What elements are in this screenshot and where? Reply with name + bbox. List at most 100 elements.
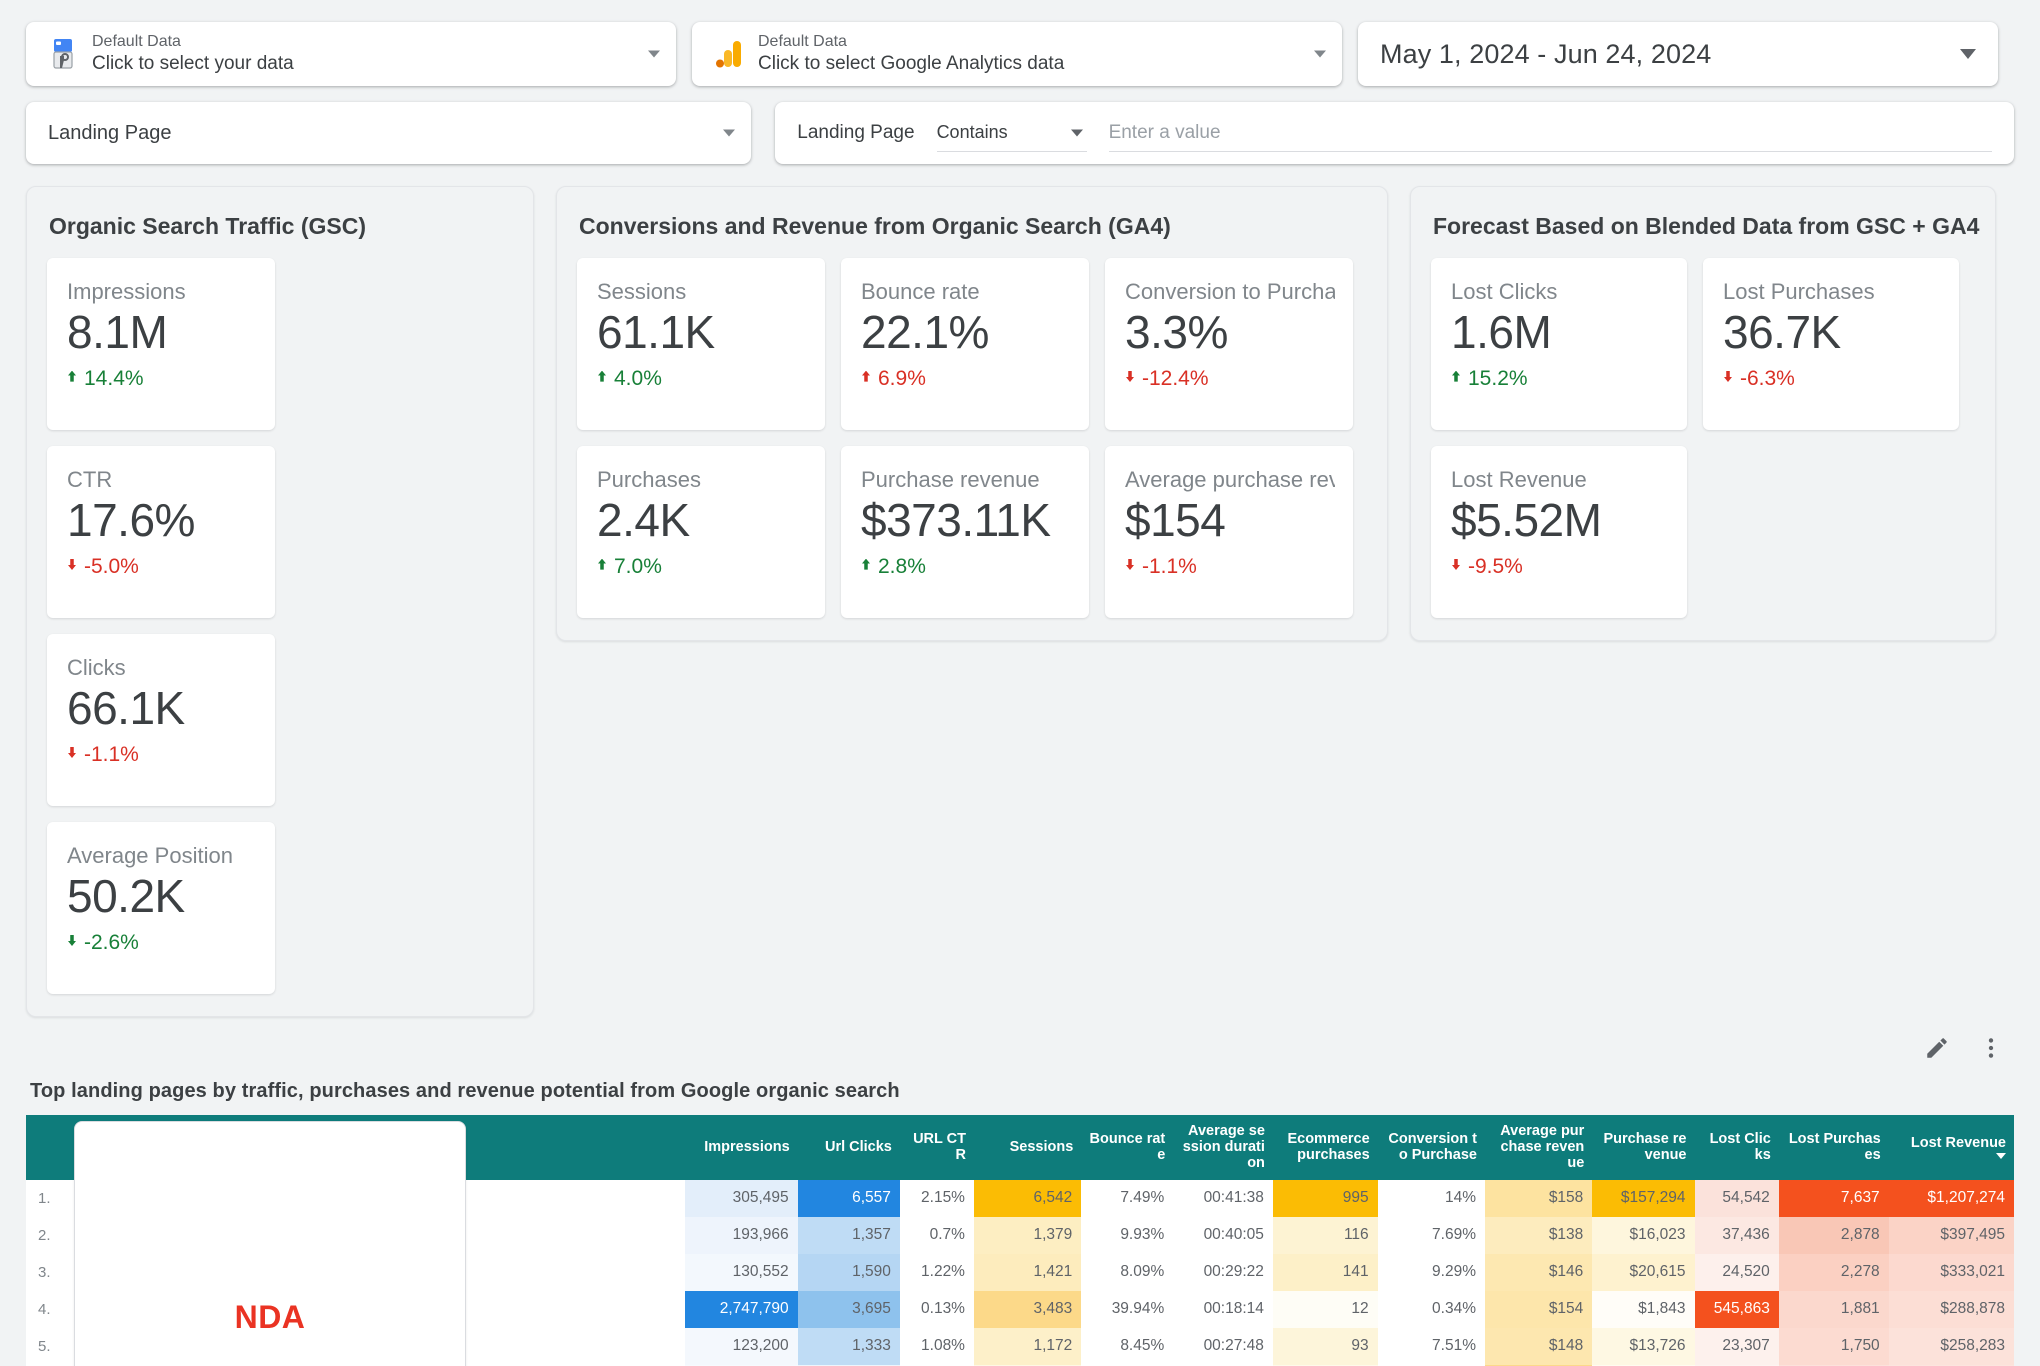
datasource-selector-default-data[interactable]: Default Data Click to select your data bbox=[26, 22, 676, 86]
scorecard[interactable]: Average purchase revenue$154-1.1% bbox=[1105, 446, 1353, 618]
scorecard[interactable]: Average Position50.2K-2.6% bbox=[47, 822, 275, 994]
scorecard-label: Clicks bbox=[67, 656, 257, 680]
cell-ecom-purchases: 116 bbox=[1273, 1217, 1378, 1254]
column-header-url-ctr[interactable]: URL CTR bbox=[900, 1115, 974, 1180]
scorecard-label: CTR bbox=[67, 468, 257, 492]
scorecard[interactable]: Conversion to Purchase3.3%-12.4% bbox=[1105, 258, 1353, 430]
pencil-icon[interactable] bbox=[1924, 1035, 1950, 1066]
scorecard-label: Bounce rate bbox=[861, 280, 1071, 304]
datasource-selector-google-analytics[interactable]: Default Data Click to select Google Anal… bbox=[692, 22, 1342, 86]
cell-impressions: 123,200 bbox=[685, 1328, 797, 1365]
cell-purchase-revenue: $1,843 bbox=[1592, 1291, 1694, 1328]
scorecard-value: 1.6M bbox=[1451, 306, 1669, 359]
datasource-subtitle: Click to select Google Analytics data bbox=[758, 52, 1064, 76]
scorecard-grid: Impressions8.1M14.4%CTR17.6%-5.0%Clicks6… bbox=[47, 258, 513, 994]
cell-url-clicks: 6,557 bbox=[798, 1180, 900, 1217]
scorecard-delta: 2.8% bbox=[861, 555, 1071, 579]
column-header-conversion-to-purchase[interactable]: Conversion to Purchase bbox=[1378, 1115, 1485, 1180]
scorecard-value: 50.2K bbox=[67, 870, 257, 923]
scorecard-value: $5.52M bbox=[1451, 494, 1669, 547]
scorecard-delta: -5.0% bbox=[67, 555, 257, 579]
scorecard-delta: 15.2% bbox=[1451, 367, 1669, 391]
chevron-down-icon[interactable] bbox=[648, 51, 660, 58]
column-header-lost-revenue-label: Lost Revenue bbox=[1911, 1135, 2006, 1151]
scorecard-delta: -1.1% bbox=[67, 743, 257, 767]
chevron-down-icon[interactable] bbox=[1071, 129, 1083, 136]
scorecard-value: 36.7K bbox=[1723, 306, 1941, 359]
scorecard-value: 8.1M bbox=[67, 306, 257, 359]
scorecard[interactable]: Lost Purchases36.7K-6.3% bbox=[1703, 258, 1959, 430]
datasource-control-row: Default Data Click to select your data D… bbox=[0, 0, 2040, 86]
advanced-filter-operator-select[interactable]: Contains bbox=[937, 114, 1087, 152]
column-header-purchase-revenue[interactable]: Purchase revenue bbox=[1592, 1115, 1694, 1180]
cell-sessions: 1,379 bbox=[974, 1217, 1081, 1254]
landing-page-dimension-filter[interactable]: Landing Page bbox=[26, 102, 751, 164]
cell-conv-to-purchase: 7.51% bbox=[1378, 1328, 1485, 1365]
arrow-up-icon bbox=[1451, 371, 1461, 388]
sort-descending-icon bbox=[1996, 1153, 2006, 1159]
google-analytics-icon bbox=[708, 37, 750, 71]
column-header-avg-purchase-revenue[interactable]: Average purchase revenue bbox=[1485, 1115, 1592, 1180]
advanced-filter-operator-value: Contains bbox=[937, 122, 1008, 143]
arrow-down-icon bbox=[1723, 371, 1733, 388]
cell-lost-clicks: 24,520 bbox=[1695, 1254, 1779, 1291]
scorecard[interactable]: Purchases2.4K7.0% bbox=[577, 446, 825, 618]
scorecard-grid: Sessions61.1K4.0%Bounce rate22.1%6.9%Con… bbox=[577, 258, 1367, 618]
cell-bounce-rate: 39.94% bbox=[1081, 1291, 1173, 1328]
cell-avg-session-duration: 00:29:22 bbox=[1173, 1254, 1273, 1291]
cell-lost-clicks: 23,307 bbox=[1695, 1328, 1779, 1365]
panel-forecast-blended: Forecast Based on Blended Data from GSC … bbox=[1410, 186, 1996, 641]
scorecard[interactable]: Impressions8.1M14.4% bbox=[47, 258, 275, 430]
advanced-filter-value-input[interactable]: Enter a value bbox=[1109, 114, 1992, 152]
column-header-lost-purchases[interactable]: Lost Purchases bbox=[1779, 1115, 1889, 1180]
scorecard-delta-value: 7.0% bbox=[614, 555, 662, 579]
scorecard-label: Impressions bbox=[67, 280, 257, 304]
column-header-avg-session-duration[interactable]: Average session duration bbox=[1173, 1115, 1273, 1180]
arrow-up-icon bbox=[67, 371, 77, 388]
cell-avg-purchase-revenue: $138 bbox=[1485, 1217, 1592, 1254]
arrow-down-icon bbox=[67, 935, 77, 952]
cell-bounce-rate: 8.09% bbox=[1081, 1254, 1173, 1291]
chevron-down-icon[interactable] bbox=[723, 130, 735, 137]
scorecard-delta: 6.9% bbox=[861, 367, 1071, 391]
scorecard[interactable]: Purchase revenue$373.11K2.8% bbox=[841, 446, 1089, 618]
scorecard[interactable]: CTR17.6%-5.0% bbox=[47, 446, 275, 618]
scorecard-value: $154 bbox=[1125, 494, 1335, 547]
cell-purchase-revenue: $16,023 bbox=[1592, 1217, 1694, 1254]
column-header-impressions[interactable]: Impressions bbox=[685, 1115, 797, 1180]
scorecard[interactable]: Lost Revenue$5.52M-9.5% bbox=[1431, 446, 1687, 618]
scorecard[interactable]: Lost Clicks1.6M15.2% bbox=[1431, 258, 1687, 430]
cell-bounce-rate: 9.93% bbox=[1081, 1217, 1173, 1254]
cell-ecom-purchases: 141 bbox=[1273, 1254, 1378, 1291]
date-range-picker[interactable]: May 1, 2024 - Jun 24, 2024 bbox=[1358, 22, 1998, 86]
panel-title: Conversions and Revenue from Organic Sea… bbox=[579, 213, 1367, 240]
cell-lost-clicks: 54,542 bbox=[1695, 1180, 1779, 1217]
column-header-url-clicks[interactable]: Url Clicks bbox=[798, 1115, 900, 1180]
scorecard-value: $373.11K bbox=[861, 494, 1071, 547]
arrow-down-icon bbox=[1125, 559, 1135, 576]
filter-control-row: Landing Page Landing Page Contains Enter… bbox=[0, 86, 2040, 164]
scorecard[interactable]: Bounce rate22.1%6.9% bbox=[841, 258, 1089, 430]
chevron-down-icon[interactable] bbox=[1314, 51, 1326, 58]
scorecard-delta-value: -1.1% bbox=[1142, 555, 1197, 579]
table-toolbar bbox=[0, 1017, 2040, 1066]
scorecard-value: 3.3% bbox=[1125, 306, 1335, 359]
chevron-down-icon[interactable] bbox=[1960, 49, 1976, 59]
scorecard[interactable]: Sessions61.1K4.0% bbox=[577, 258, 825, 430]
cell-conv-to-purchase: 14% bbox=[1378, 1180, 1485, 1217]
scorecard[interactable]: Clicks66.1K-1.1% bbox=[47, 634, 275, 806]
column-header-lost-clicks[interactable]: Lost Clicks bbox=[1695, 1115, 1779, 1180]
cell-avg-purchase-revenue: $154 bbox=[1485, 1291, 1592, 1328]
cell-conv-to-purchase: 0.34% bbox=[1378, 1291, 1485, 1328]
cell-impressions: 130,552 bbox=[685, 1254, 797, 1291]
column-header-bounce-rate[interactable]: Bounce rate bbox=[1081, 1115, 1173, 1180]
arrow-down-icon bbox=[1125, 371, 1135, 388]
column-header-lost-revenue[interactable]: Lost Revenue bbox=[1889, 1115, 2014, 1180]
more-vertical-icon[interactable] bbox=[1978, 1035, 2004, 1066]
scorecard-delta-value: -2.6% bbox=[84, 931, 139, 955]
column-header-ecommerce-purchases[interactable]: Ecommerce purchases bbox=[1273, 1115, 1378, 1180]
cell-url-clicks: 3,695 bbox=[798, 1291, 900, 1328]
column-header-sessions[interactable]: Sessions bbox=[974, 1115, 1081, 1180]
cell-url-clicks: 1,333 bbox=[798, 1328, 900, 1365]
cell-url-ctr: 0.13% bbox=[900, 1291, 974, 1328]
